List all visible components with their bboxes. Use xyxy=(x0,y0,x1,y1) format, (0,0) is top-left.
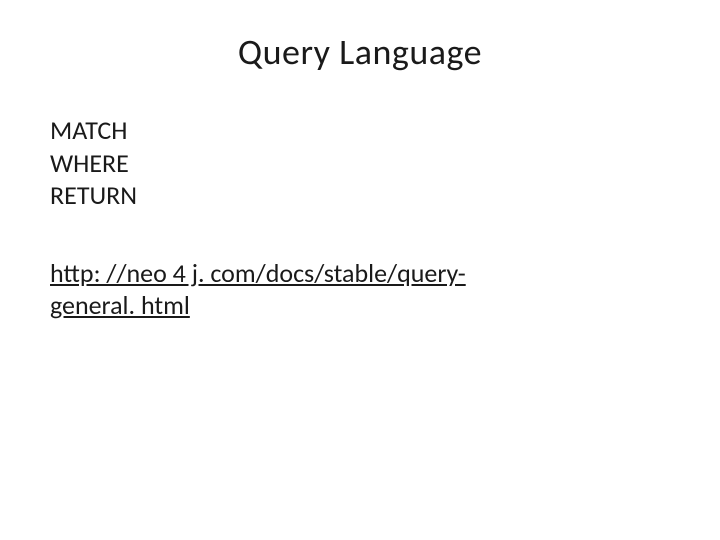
docs-link-line2: general. html xyxy=(50,289,190,321)
keyword-where: WHERE xyxy=(50,147,670,180)
slide-title: Query Language xyxy=(50,30,670,74)
docs-link[interactable]: http: //neo 4 j. com/docs/stable/query-g… xyxy=(50,257,466,322)
keyword-list: MATCH WHERE RETURN xyxy=(50,114,670,212)
keyword-return: RETURN xyxy=(50,179,670,212)
keyword-match: MATCH xyxy=(50,114,670,147)
docs-link-line1: http: //neo 4 j. com/docs/stable/query- xyxy=(50,257,466,289)
slide-container: Query Language MATCH WHERE RETURN http: … xyxy=(0,0,720,540)
